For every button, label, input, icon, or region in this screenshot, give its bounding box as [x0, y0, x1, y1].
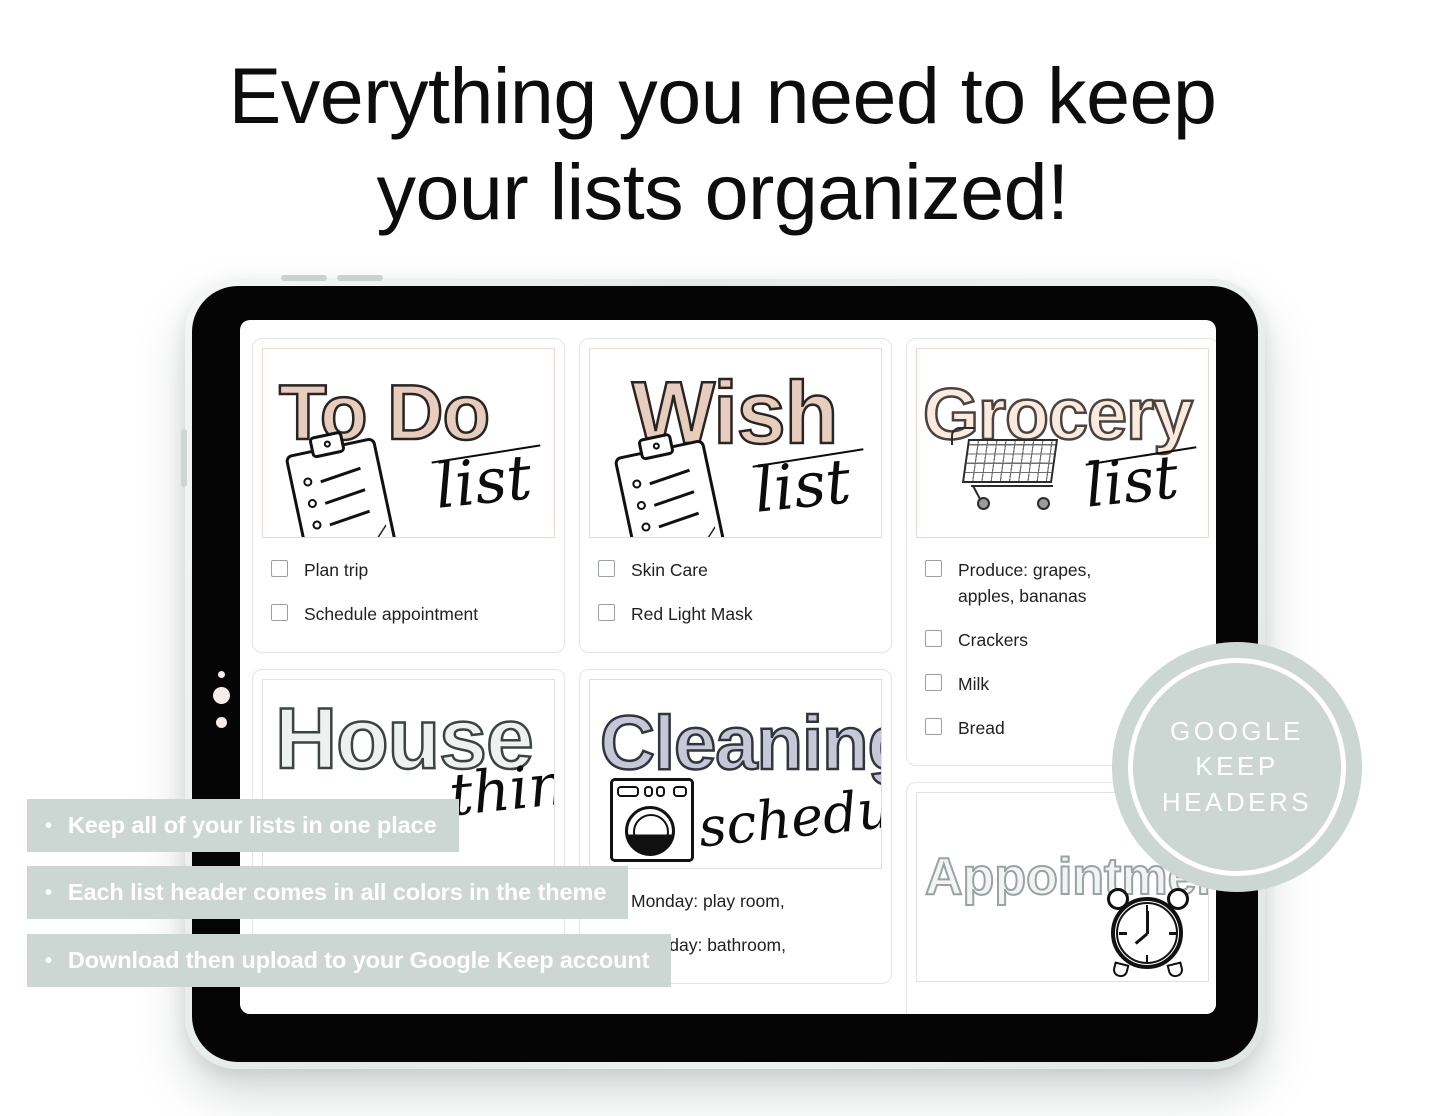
page-title: Everything you need to keep your lists o…: [0, 48, 1445, 241]
list-item-label: Crackers: [958, 629, 1029, 650]
todo-header-art: To Do list: [263, 349, 554, 537]
feature-callout-1: • Keep all of your lists in one place: [27, 799, 459, 852]
cleaning-title-main: Cleaning: [599, 700, 882, 786]
todo-title-script: list: [431, 440, 535, 523]
bullet-icon: •: [45, 949, 52, 972]
badge-text: GOOGLE KEEP HEADERS: [1162, 714, 1312, 819]
list-item[interactable]: Skin Care: [598, 558, 873, 584]
list-item[interactable]: Crackers: [925, 628, 1200, 654]
bullet-icon: •: [45, 881, 52, 904]
sensor-dot-icon: [218, 671, 225, 678]
list-item-label: Plan trip: [304, 560, 369, 580]
list-item[interactable]: Plan trip: [271, 558, 546, 584]
feature-callout-3-text: Download then upload to your Google Keep…: [67, 947, 650, 973]
checkbox-icon[interactable]: [925, 560, 942, 577]
note-header-wish: Wish list: [589, 348, 882, 538]
note-card-todo[interactable]: To Do list Plan trip Schedule appointmen…: [252, 338, 565, 653]
alarm-clock-icon: [1105, 888, 1191, 980]
list-item-label: Skin Care: [631, 560, 708, 580]
note-body-wish: Skin Care Red Light Mask: [580, 538, 891, 652]
badge-line-2: KEEP: [1195, 751, 1279, 782]
list-item-label: Red Light Mask: [631, 603, 753, 624]
headline-line-1: Everything you need to keep: [228, 51, 1217, 140]
grocery-title-script: list: [1081, 442, 1182, 522]
list-item-label: Monday: play room,: [631, 890, 785, 911]
volume-up-button[interactable]: [281, 275, 327, 281]
front-camera-icon: [213, 687, 230, 704]
note-body-todo: Plan trip Schedule appointment: [253, 538, 564, 652]
checkbox-icon[interactable]: [598, 560, 615, 577]
feature-callout-3: • Download then upload to your Google Ke…: [27, 934, 672, 987]
ambient-light-sensor-icon: [216, 717, 227, 728]
list-item-label: Milk: [958, 673, 990, 694]
list-item-label: Schedule appointment: [304, 603, 479, 624]
note-header-cleaning: Cleaning schedule: [589, 678, 882, 869]
note-card-wish[interactable]: Wish list Skin Care Red Light Mask: [579, 338, 892, 653]
volume-down-button[interactable]: [337, 275, 383, 281]
badge-line-3: HEADERS: [1161, 786, 1313, 817]
feature-callout-1-text: Keep all of your lists in one place: [67, 812, 437, 838]
checkbox-icon[interactable]: [925, 673, 942, 691]
wish-header-art: Wish list: [590, 349, 881, 537]
list-item[interactable]: Red Light Mask: [598, 602, 873, 628]
washing-machine-icon: [610, 777, 694, 862]
checkbox-icon[interactable]: [271, 560, 288, 577]
note-header-grocery: Grocery list: [916, 348, 1209, 538]
list-item[interactable]: Monday: play room,: [598, 889, 873, 915]
checkbox-icon[interactable]: [598, 603, 615, 621]
wish-title-script: list: [750, 444, 854, 527]
product-badge: GOOGLE KEEP HEADERS: [1112, 642, 1362, 892]
feature-callout-2: • Each list header comes in all colors i…: [27, 866, 629, 919]
list-item-label: Produce: grapes, apples, bananas: [958, 560, 1092, 606]
feature-callout-2-text: Each list header comes in all colors in …: [67, 879, 607, 905]
power-button[interactable]: [181, 429, 187, 487]
headline-line-2: your lists organized!: [376, 147, 1069, 237]
badge-line-1: GOOGLE: [1170, 716, 1304, 747]
list-item-label: Bread: [958, 717, 1005, 738]
grocery-header-art: Grocery list: [917, 349, 1208, 537]
list-item[interactable]: Produce: grapes, apples, bananas: [925, 558, 1200, 610]
bullet-icon: •: [45, 814, 52, 837]
note-header-todo: To Do list: [262, 348, 555, 538]
checkbox-icon[interactable]: [271, 603, 288, 621]
note-body-appointments: [907, 982, 1216, 1014]
list-item[interactable]: Schedule appointment: [271, 602, 546, 628]
checkbox-icon[interactable]: [925, 629, 942, 647]
shopping-cart-icon: [951, 427, 1059, 515]
checkbox-icon[interactable]: [925, 717, 942, 735]
cleaning-header-art: Cleaning schedule: [590, 680, 881, 868]
